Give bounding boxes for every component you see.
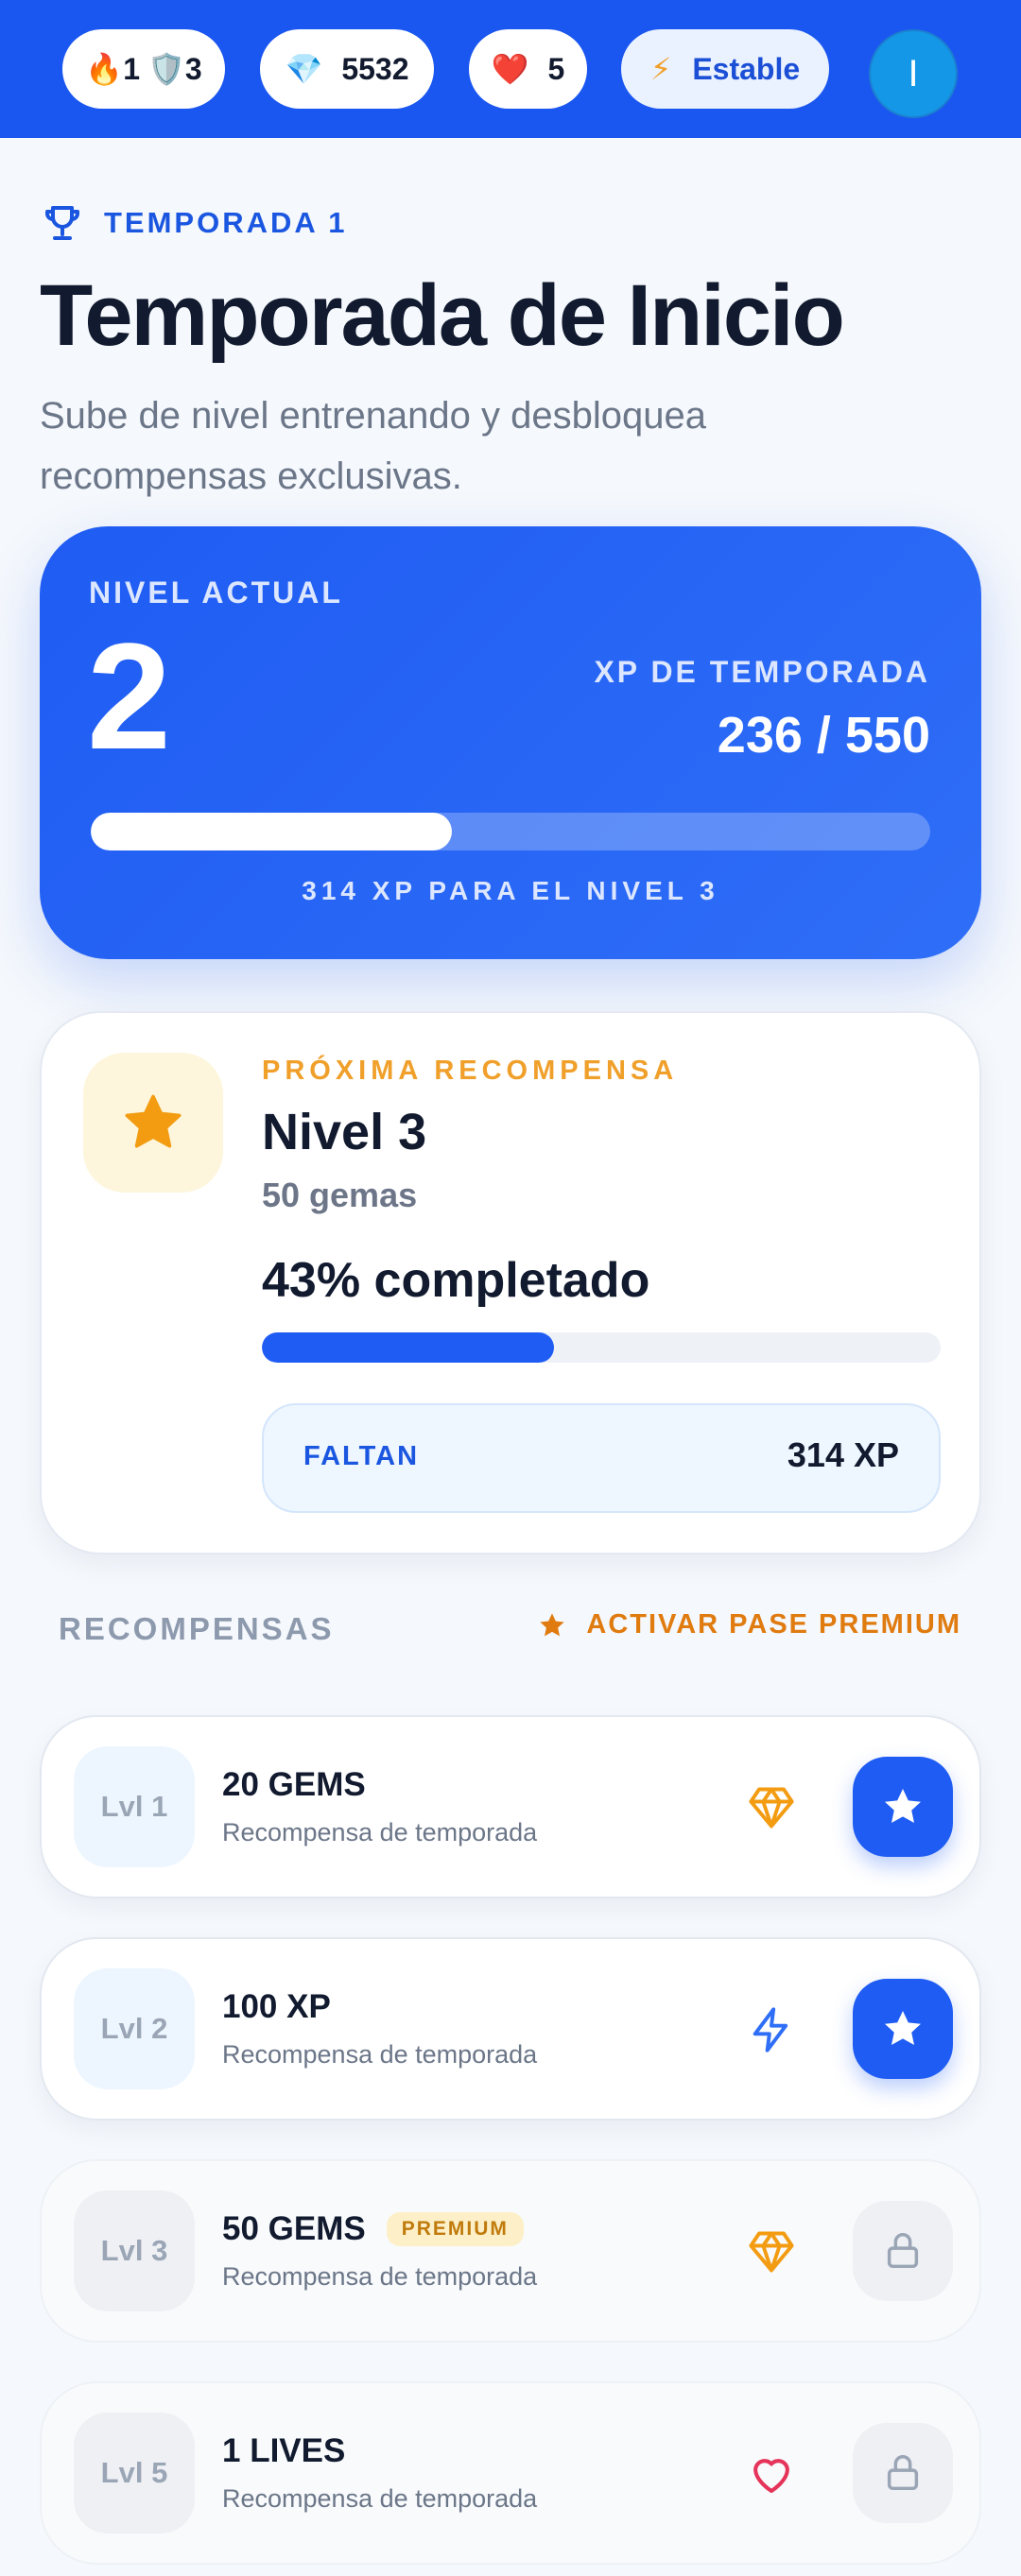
reward-level-badge: Lvl 1	[74, 1746, 195, 1867]
reward-level-badge: Lvl 2	[74, 1968, 195, 2089]
reward-name: 50 GEMS	[222, 2210, 366, 2247]
streak-count: 1	[123, 51, 140, 86]
star-icon	[537, 1610, 567, 1640]
reward-row-lvl-1: Lvl 1 20 GEMS Recompensa de temporada	[40, 1715, 981, 1898]
locked-reward-button	[853, 2423, 953, 2523]
claim-reward-button[interactable]	[853, 1979, 953, 2079]
reward-name-wrap: 1 LIVES	[222, 2432, 345, 2470]
reward-name-wrap: 50 GEMS PREMIUM	[222, 2210, 524, 2248]
shield-count: 3	[184, 51, 202, 86]
reward-description: Recompensa de temporada	[222, 2040, 538, 2069]
xp-remaining-text: 314 XP PARA EL NIVEL 3	[302, 876, 719, 905]
reward-row-lvl-3: Lvl 3 50 GEMS PREMIUM Recompensa de temp…	[40, 2159, 981, 2343]
gems-count: 5532	[341, 51, 409, 86]
current-level-value: 2	[87, 611, 171, 781]
top-bar: 🔥 1 🛡️ 3 💎 5532 ❤️ 5 ⚡ Estable I	[0, 0, 1021, 138]
missing-xp-box: FALTAN 314 XP	[262, 1403, 941, 1513]
reward-name: 100 XP	[222, 1988, 331, 2025]
reward-description: Recompensa de temporada	[222, 1818, 538, 1846]
reward-description: Recompensa de temporada	[222, 2262, 538, 2291]
gems-pill[interactable]: 💎 5532	[260, 29, 434, 109]
bolt-icon: ⚡	[649, 52, 672, 86]
gem-icon	[741, 2222, 802, 2282]
avatar[interactable]: I	[869, 29, 958, 118]
season-xp-label: XP DE TEMPORADA	[594, 655, 930, 689]
energy-pill[interactable]: ⚡ Estable	[621, 29, 829, 109]
lock-icon	[881, 2229, 925, 2273]
next-reward-subtitle: 50 gemas	[262, 1176, 418, 1214]
lives-pill[interactable]: ❤️ 5	[469, 29, 587, 109]
next-reward-percent: 43% completado	[262, 1253, 650, 1308]
heart-icon	[741, 2444, 802, 2504]
star-icon	[880, 1784, 926, 1829]
claim-reward-button[interactable]	[853, 1757, 953, 1857]
season-xp-value: 236 / 550	[717, 707, 930, 764]
lives-count: 5	[547, 51, 565, 86]
next-reward-title: Nivel 3	[262, 1104, 427, 1160]
lock-icon	[881, 2451, 925, 2495]
reward-row-lvl-5: Lvl 5 1 LIVES Recompensa de temporada	[40, 2381, 981, 2565]
level-progress-bar	[91, 813, 930, 850]
missing-xp-label: FALTAN	[303, 1441, 420, 1471]
heart-icon: ❤️	[491, 52, 529, 86]
activate-premium-label: ACTIVAR PASE PREMIUM	[586, 1609, 961, 1640]
fire-icon: 🔥	[85, 52, 124, 86]
locked-reward-button	[853, 2201, 953, 2301]
reward-level-badge: Lvl 3	[74, 2190, 195, 2311]
page-title: Temporada de Inicio	[40, 267, 845, 364]
next-reward-badge	[83, 1053, 223, 1193]
missing-xp-value: 314 XP	[787, 1435, 899, 1474]
next-reward-progress-bar	[262, 1332, 941, 1363]
reward-name: 20 GEMS	[222, 1766, 366, 1803]
reward-row-lvl-2: Lvl 2 100 XP Recompensa de temporada	[40, 1937, 981, 2121]
bolt-icon	[741, 2000, 802, 2060]
next-reward-card: PRÓXIMA RECOMPENSA Nivel 3 50 gemas 43% …	[40, 1011, 981, 1554]
next-reward-progress-fill	[262, 1332, 554, 1363]
premium-badge: PREMIUM	[386, 2212, 524, 2246]
reward-name-wrap: 20 GEMS	[222, 1766, 366, 1804]
current-level-label: NIVEL ACTUAL	[89, 575, 343, 610]
reward-description: Recompensa de temporada	[222, 2484, 538, 2513]
star-icon	[120, 1090, 186, 1156]
gem-icon: 💎	[285, 52, 323, 86]
shield-icon: 🛡️	[147, 52, 185, 86]
season-tag: TEMPORADA 1	[40, 200, 347, 246]
level-progress-fill	[91, 813, 452, 850]
reward-name: 1 LIVES	[222, 2432, 346, 2469]
activate-premium-button[interactable]: ACTIVAR PASE PREMIUM	[537, 1609, 961, 1640]
trophy-icon	[40, 200, 85, 246]
energy-status: Estable	[692, 51, 801, 86]
next-reward-label: PRÓXIMA RECOMPENSA	[262, 1056, 679, 1086]
streak-pill[interactable]: 🔥 1 🛡️ 3	[62, 29, 225, 109]
page-subtitle: Sube de nivel entrenando y desbloquea re…	[40, 395, 706, 497]
star-icon	[880, 2006, 926, 2052]
reward-name-wrap: 100 XP	[222, 1988, 331, 2026]
rewards-section-title: RECOMPENSAS	[59, 1611, 335, 1646]
current-level-card: NIVEL ACTUAL 2 XP DE TEMPORADA 236 / 550…	[40, 526, 981, 959]
gem-icon	[741, 1777, 802, 1838]
reward-level-badge: Lvl 5	[74, 2413, 195, 2533]
season-label: TEMPORADA 1	[104, 206, 348, 239]
